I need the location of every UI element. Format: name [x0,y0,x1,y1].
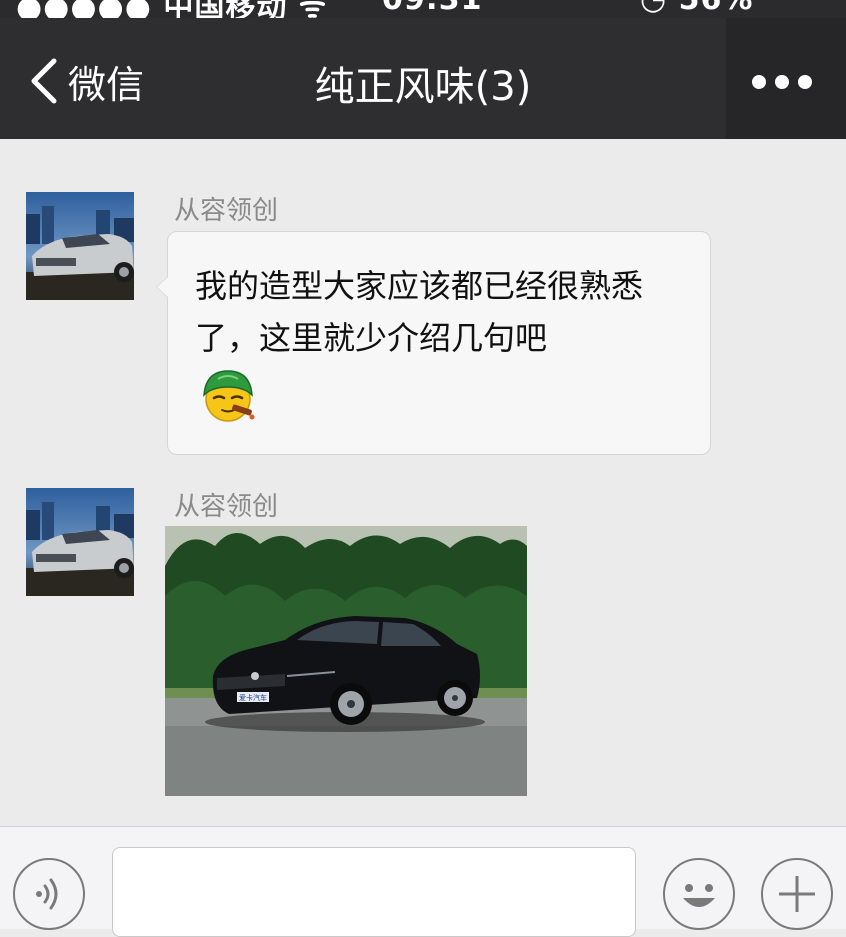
sender-avatar[interactable] [26,192,134,300]
more-functions-button[interactable] [761,858,833,930]
clock-time: 09:31 [382,0,483,17]
message-bubble[interactable]: 我的造型大家应该都已经很熟悉了，这里就少介绍几句吧 [156,231,711,455]
back-label: 微信 [68,62,145,107]
more-dot-icon [775,75,789,89]
navigation-bar: 微信 纯正风味(3) [0,18,846,139]
car-avatar-image [26,192,134,300]
car-avatar-image [26,488,134,596]
smiley-icon [683,884,715,907]
input-bar [0,826,846,937]
carrier-label: ●●●●● 中国移动 ᯤ [16,0,328,18]
back-button[interactable]: 微信 [28,56,145,107]
black-sedan-photo: 爱卡汽车 [165,526,527,796]
more-options-button[interactable] [752,70,812,94]
more-dot-icon [752,75,766,89]
car-photo-message[interactable]: 爱卡汽车 [165,526,527,796]
smoking-face-emoji-icon [203,370,255,422]
chat-title: 纯正风味(3) [314,64,532,110]
battery-indicator: ◔ 56% [640,0,753,17]
status-bar: ●●●●● 中国移动 ᯤ 09:31 ◔ 56% [0,0,846,18]
voice-icon [36,878,58,910]
emoji-button[interactable] [663,858,735,930]
sender-name: 从容领创 [174,196,279,226]
voice-toggle-button[interactable] [13,858,85,930]
sender-avatar[interactable] [26,488,134,596]
chevron-left-icon [31,58,57,104]
message-text: 我的造型大家应该都已经很熟悉了，这里就少介绍几句吧 [195,267,644,357]
license-plate-text: 爱卡汽车 [239,693,267,702]
bubble-tail [156,276,168,298]
sender-name: 从容领创 [174,492,279,522]
message-input[interactable] [112,847,636,937]
more-dot-icon [798,75,812,89]
plus-icon [779,876,815,912]
